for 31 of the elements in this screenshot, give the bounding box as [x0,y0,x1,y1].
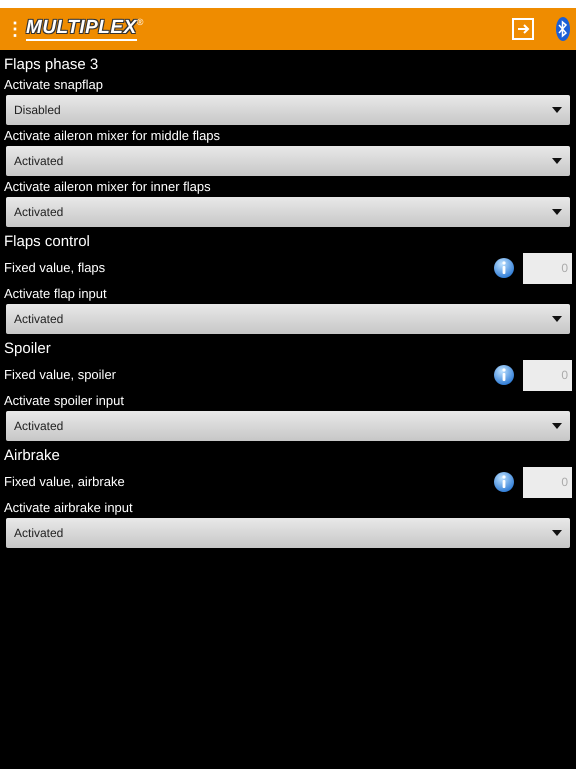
bluetooth-icon[interactable] [556,17,570,41]
info-icon[interactable] [494,258,514,278]
caret-icon [552,209,562,215]
caret-icon [552,316,562,322]
field-label: Activate snapflap [4,77,104,93]
field-label: Fixed value, spoiler [4,366,116,384]
info-icon[interactable] [494,365,514,385]
dropdown[interactable]: Activated [6,304,570,334]
field-label: Fixed value, flaps [4,259,106,278]
logo: MULTIPLEX [26,17,137,41]
section-heading: Airbrake [4,447,61,465]
caret-icon [552,158,562,164]
section-heading: Flaps control [4,233,91,251]
info-icon[interactable] [494,472,514,492]
registered-mark: ® [136,17,144,27]
caret-icon [552,530,562,536]
caret-icon [552,107,562,113]
caret-icon [552,423,562,429]
section-heading: Flaps phase 3 [4,56,100,74]
dropdown[interactable]: Activated [6,411,570,441]
dropdown[interactable]: Activated [6,518,570,548]
field-label: Activate flap input [4,286,108,302]
section-heading: Spoiler [4,340,52,358]
dropdown[interactable]: Disabled [6,95,570,125]
field-label: Fixed value, airbrake [4,473,125,492]
field-label: Activate airbrake input [4,500,134,516]
field-label: Activate spoiler input [4,393,125,409]
field-label: Activate aileron mixer for inner flaps [4,179,212,195]
field-label: Activate aileron mixer for middle flaps [4,128,222,144]
dropdown[interactable]: Activated [6,146,570,176]
dropdown[interactable]: Activated [6,197,570,227]
